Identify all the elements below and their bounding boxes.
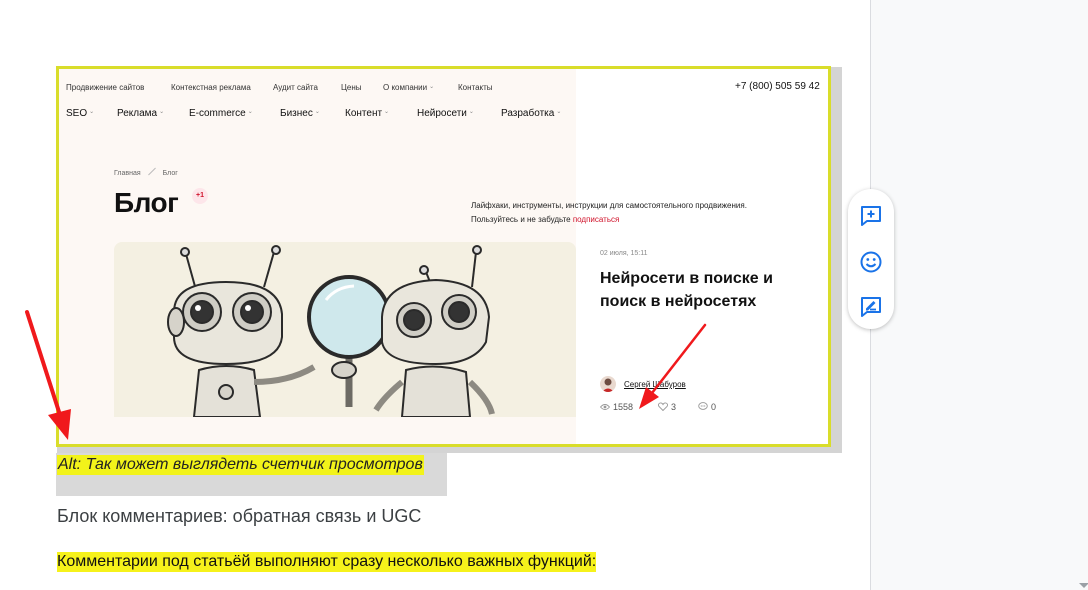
blog-tagline: Лайфхаки, инструменты, инструкции для са… [471, 199, 747, 227]
main-nav-label: Нейросети [417, 108, 467, 119]
tagline-line: Лайфхаки, инструменты, инструкции для са… [471, 201, 747, 210]
chevron-down-icon: ⌄ [384, 109, 390, 115]
page-title: Блог [114, 187, 179, 218]
tagline-line-2: Пользуйтесь и не забудьте подписаться [471, 213, 747, 227]
phone-number[interactable]: +7 (800) 505 59 42 [735, 81, 820, 92]
chevron-down-icon: ⌄ [247, 109, 253, 115]
add-comment-icon [861, 206, 881, 226]
main-nav-label: SEO [66, 108, 88, 119]
suggest-edit-icon [861, 297, 881, 317]
emoji-reaction-icon [860, 251, 882, 273]
section-heading[interactable]: Блок комментариев: обратная связь и UGC [57, 506, 421, 527]
views-count: 1558 [613, 402, 634, 412]
eye-icon [599, 404, 611, 410]
top-nav-item[interactable]: Контекстная реклама [171, 83, 251, 92]
chevron-down-icon: ⌄ [429, 84, 435, 90]
breadcrumb: Главная Блог [114, 167, 178, 177]
top-nav-item[interactable]: Аудит сайта [273, 83, 318, 92]
main-nav-item-ai[interactable]: Нейросети ⌄ [417, 108, 474, 119]
chevron-down-icon: ⌄ [468, 109, 474, 115]
top-nav-item[interactable]: Контакты [458, 83, 493, 92]
add-comment-button[interactable] [859, 204, 883, 228]
avatar [600, 376, 616, 392]
post-date: 02 июля, 15:11 [600, 250, 648, 257]
main-nav-item-ads[interactable]: Реклама ⌄ [117, 108, 164, 119]
chevron-down-icon: ⌄ [314, 109, 320, 115]
breadcrumb-home[interactable]: Главная [114, 170, 141, 177]
person-icon [602, 378, 614, 392]
subscribe-link[interactable]: подписаться [573, 215, 620, 224]
post-title[interactable]: Нейросети в поиске и поиск в нейросетях [600, 267, 800, 313]
post-cover-image[interactable] [114, 242, 576, 417]
main-nav-label: Разработка [501, 108, 555, 119]
emoji-reaction-button[interactable] [859, 250, 883, 274]
chevron-down-icon: ⌄ [89, 109, 95, 115]
main-nav-item-content[interactable]: Контент ⌄ [345, 108, 389, 119]
top-nav-item[interactable]: Цены [341, 83, 362, 92]
suggest-edit-button[interactable] [859, 295, 883, 319]
heart-icon [657, 402, 669, 412]
top-nav-item-about[interactable]: О компании ⌄ [383, 83, 434, 92]
author-name[interactable]: Сергей Шабуров [624, 380, 686, 389]
likes-count: 3 [671, 402, 677, 412]
chevron-down-icon: ⌄ [556, 109, 562, 115]
main-nav-label: Контент [345, 108, 383, 119]
comments-count: 0 [711, 402, 717, 412]
robots-illustration [167, 245, 495, 417]
top-nav-item-label: О компании [383, 83, 428, 92]
main-nav-item-ecommerce[interactable]: E-commerce ⌄ [189, 108, 253, 119]
side-toolbar [848, 189, 894, 329]
scroll-down-indicator-icon[interactable] [1079, 583, 1088, 588]
main-nav-label: E-commerce [189, 108, 246, 119]
embedded-screenshot[interactable]: Продвижение сайтов Контекстная реклама А… [56, 66, 831, 447]
chevron-down-icon: ⌄ [159, 109, 165, 115]
views-counter: 1558 [599, 402, 634, 412]
image-alt-caption[interactable]: Alt: Так может выглядеть счетчик просмот… [57, 455, 424, 475]
comment-icon [698, 402, 708, 410]
breadcrumb-current: Блог [162, 170, 178, 177]
main-nav-label: Реклама [117, 108, 158, 119]
main-nav-item-business[interactable]: Бизнес ⌄ [280, 108, 320, 119]
main-nav-label: Бизнес [280, 108, 313, 119]
comments-counter[interactable]: 0 [698, 402, 716, 412]
new-posts-badge: +1 [192, 188, 208, 204]
main-nav-item-dev[interactable]: Разработка ⌄ [501, 108, 561, 119]
main-nav-item-seo[interactable]: SEO ⌄ [66, 108, 94, 119]
highlighted-paragraph[interactable]: Комментарии под статьёй выполняют сразу … [57, 552, 597, 572]
likes-counter[interactable]: 3 [657, 402, 677, 412]
tagline-text: Пользуйтесь и не забудьте [471, 215, 573, 224]
top-nav-item[interactable]: Продвижение сайтов [66, 83, 144, 92]
